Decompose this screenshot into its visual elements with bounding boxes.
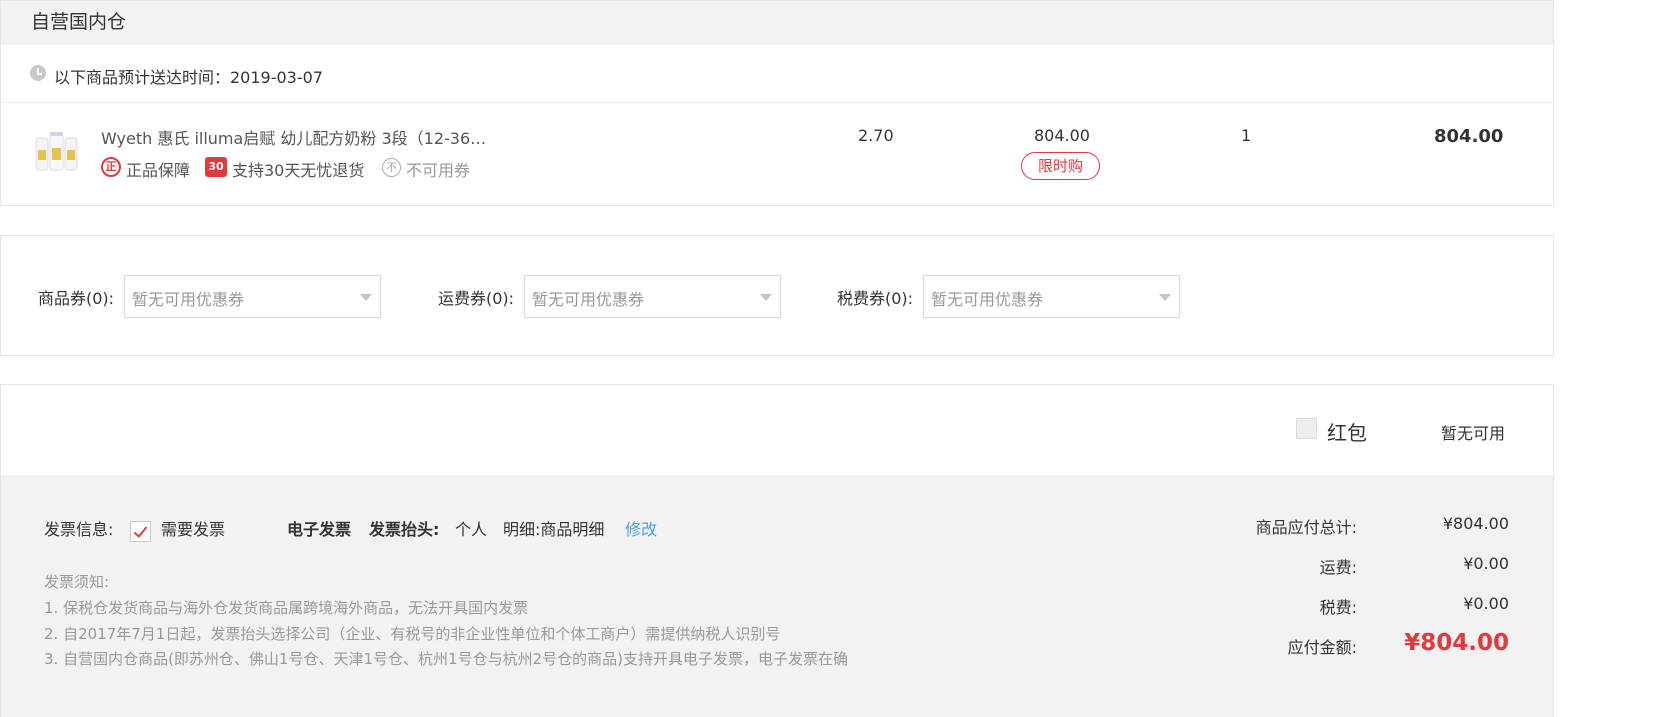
chevron-down-icon — [1159, 294, 1171, 301]
edit-invoice-link[interactable]: 修改 — [625, 516, 657, 540]
product-tax-rate: 2.70 — [858, 126, 894, 145]
invoice-notice-line: 1. 保税仓发货商品与海外仓发货商品属跨境海外商品，无法开具国内发票 — [44, 599, 529, 617]
product-subtotal: 804.00 — [1434, 126, 1504, 147]
invoice-notice-line: 3. 自营国内仓商品(即苏州仓、佛山1号仓、天津1号仓、杭州1号仓与杭州2号仓的… — [44, 650, 848, 668]
invoice-notice-title: 发票须知: — [44, 573, 110, 591]
red-packet-checkbox[interactable] — [1296, 418, 1317, 439]
tax-coupon-select[interactable]: 暂无可用优惠券 — [923, 275, 1180, 318]
invoice-detail: 明细:商品明细 — [503, 520, 605, 539]
goods-coupon-label: 商品券(0): — [38, 289, 115, 308]
authentic-guarantee-label: 正品保障 — [126, 161, 191, 180]
shipping-coupon-label: 运费券(0): — [438, 289, 515, 308]
chevron-down-icon — [360, 294, 372, 301]
product-row — [0, 103, 1554, 206]
invoice-head-value: 个人 — [455, 520, 488, 539]
tax-coupon-label: 税费券(0): — [837, 289, 914, 308]
return-30-day-icon: 30 — [205, 157, 227, 177]
tax-fee-label: 税费: — [1319, 598, 1357, 617]
flash-sale-tag: 限时购 — [1021, 152, 1100, 180]
invoice-head-label: 发票抬头: — [369, 520, 440, 539]
warehouse-title: 自营国内仓 — [31, 11, 127, 33]
red-packet-status: 暂无可用 — [1441, 424, 1506, 443]
shipping-fee-value: ¥0.00 — [1463, 554, 1509, 573]
goods-coupon-select[interactable]: 暂无可用优惠券 — [124, 275, 381, 318]
payable-amount-value: ¥804.00 — [1404, 630, 1509, 656]
shipping-coupon-select[interactable]: 暂无可用优惠券 — [524, 275, 781, 318]
goods-total-label: 商品应付总计: — [1255, 518, 1357, 537]
no-coupon-label: 不可用券 — [406, 161, 471, 180]
warehouse-header — [0, 0, 1554, 45]
delivery-time-text: 以下商品预计送达时间：2019-03-07 — [54, 68, 323, 87]
goods-coupon-placeholder: 暂无可用优惠券 — [132, 290, 245, 309]
goods-total-value: ¥804.00 — [1442, 514, 1509, 533]
authentic-guarantee-icon: 正 — [101, 157, 121, 177]
shipping-fee-label: 运费: — [1319, 558, 1357, 577]
chevron-down-icon — [760, 294, 772, 301]
red-packet-section — [0, 384, 1554, 475]
tax-coupon-placeholder: 暂无可用优惠券 — [931, 290, 1044, 309]
shipping-coupon-placeholder: 暂无可用优惠券 — [532, 290, 645, 309]
product-unit-price: 804.00 — [1034, 126, 1090, 145]
product-quantity: 1 — [1241, 126, 1252, 145]
product-name-link[interactable]: Wyeth 惠氏 illuma启赋 幼儿配方奶粉 3段（12-36… — [101, 125, 486, 149]
clock-icon — [30, 65, 46, 81]
return-30-day-label: 支持30天无忧退货 — [232, 161, 365, 180]
tax-fee-value: ¥0.00 — [1463, 594, 1509, 613]
product-thumbnail[interactable] — [34, 128, 80, 178]
invoice-info-label: 发票信息: — [44, 520, 114, 539]
need-invoice-label: 需要发票 — [161, 520, 226, 539]
invoice-notice-line: 2. 自2017年7月1日起，发票抬头选择公司（企业、有税号的非企业性单位和个体… — [44, 625, 781, 643]
red-packet-label: 红包 — [1327, 421, 1367, 445]
need-invoice-checkbox[interactable] — [130, 521, 151, 542]
invoice-type: 电子发票 — [287, 520, 352, 539]
no-coupon-icon: 不 — [382, 158, 401, 177]
